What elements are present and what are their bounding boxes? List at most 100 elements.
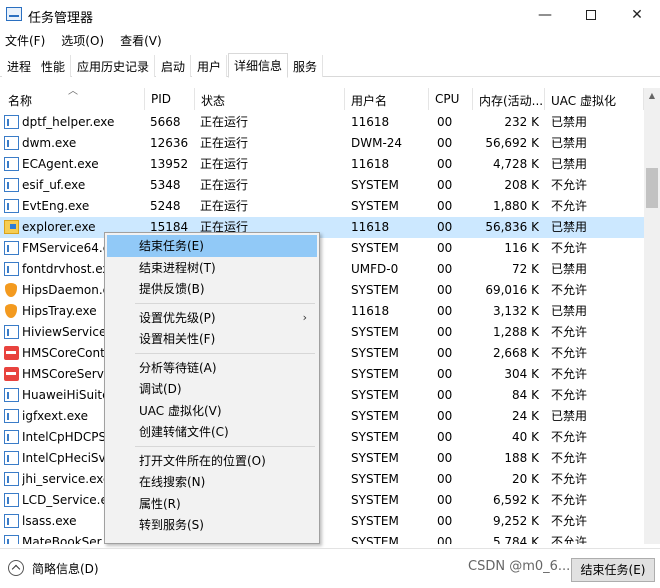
- cell-mem: 9,252 K: [492, 514, 539, 528]
- cell-pid: 12636: [150, 136, 189, 150]
- cell-user: SYSTEM: [351, 535, 399, 544]
- menu-file[interactable]: 文件(F): [0, 30, 50, 50]
- column-cpu[interactable]: CPU: [429, 88, 473, 110]
- cell-cpu: 00: [437, 199, 453, 213]
- table-row[interactable]: ECAgent.exe 13952 正在运行 11618 00 4,728 K 已禁用: [0, 154, 644, 175]
- context-menu-item[interactable]: 创建转储文件(C): [107, 421, 317, 443]
- cell-cpu: 00: [437, 178, 453, 192]
- tab-details[interactable]: 详细信息: [228, 53, 289, 78]
- minimize-button[interactable]: —: [522, 0, 568, 30]
- cell-mem: 72 K: [512, 262, 539, 276]
- folder-icon: [4, 220, 19, 234]
- cell-uac: 已禁用: [551, 262, 588, 276]
- column-memory[interactable]: 内存(活动...: [473, 88, 545, 110]
- app-window-icon: [4, 493, 19, 507]
- column-username[interactable]: 用户名: [345, 88, 429, 110]
- app-window-icon: [4, 325, 19, 339]
- cell-user: DWM-24: [351, 136, 403, 150]
- context-menu-item[interactable]: 分析等待链(A): [107, 357, 317, 379]
- cell-user: 11618: [351, 157, 390, 171]
- maximize-icon: [586, 10, 596, 20]
- context-menu-item[interactable]: 提供反馈(B): [107, 278, 317, 300]
- chevron-up-icon[interactable]: [8, 560, 24, 576]
- table-row[interactable]: dptf_helper.exe 5668 正在运行 11618 00 232 K 已禁用: [0, 112, 644, 133]
- cell-mem: 208 K: [504, 178, 539, 192]
- tab-processes[interactable]: 进程: [2, 55, 38, 77]
- table-row[interactable]: EvtEng.exe 5248 正在运行 SYSTEM 00 1,880 K 不允许: [0, 196, 644, 217]
- table-row[interactable]: jhi_service.exe SYSTEM 00 20 K 不允许: [0, 469, 644, 490]
- table-row[interactable]: HipsTray.exe 11618 00 3,132 K 已禁用: [0, 301, 644, 322]
- context-menu-item[interactable]: 属性(R): [107, 493, 317, 515]
- tab-startup[interactable]: 启动: [156, 55, 192, 77]
- cell-uac: 已禁用: [551, 220, 588, 234]
- menu-options[interactable]: 选项(O): [56, 30, 109, 50]
- table-row[interactable]: igfxext.exe SYSTEM 00 24 K 已禁用: [0, 406, 644, 427]
- table-header: 名称 PID 状态 用户名 CPU 内存(活动... UAC 虚拟化: [0, 88, 660, 110]
- table-row[interactable]: HMSCoreServi SYSTEM 00 304 K 不允许: [0, 364, 644, 385]
- context-menu-item[interactable]: 结束进程树(T): [107, 257, 317, 279]
- table-row[interactable]: IntelCpHDCPSv SYSTEM 00 40 K 不允许: [0, 427, 644, 448]
- scroll-thumb[interactable]: [646, 168, 658, 208]
- table-row[interactable]: HMSCoreCont SYSTEM 00 2,668 K 不允许: [0, 343, 644, 364]
- context-menu-item[interactable]: 结束任务(E): [107, 235, 317, 257]
- table-row[interactable]: lsass.exe SYSTEM 00 9,252 K 不允许: [0, 511, 644, 532]
- cell-status: 正在运行: [200, 115, 249, 129]
- cell-uac: 不允许: [551, 241, 588, 255]
- table-row[interactable]: esif_uf.exe 5348 正在运行 SYSTEM 00 208 K 不允许: [0, 175, 644, 196]
- tab-app-history[interactable]: 应用历史记录: [72, 55, 156, 77]
- cell-cpu: 00: [437, 388, 453, 402]
- table-row[interactable]: fontdrvhost.ex UMFD-0 00 72 K 已禁用: [0, 259, 644, 280]
- column-name[interactable]: 名称: [2, 88, 145, 110]
- cell-user: SYSTEM: [351, 493, 399, 507]
- table-row[interactable]: dwm.exe 12636 正在运行 DWM-24 00 56,692 K 已禁用: [0, 133, 644, 154]
- table-row[interactable]: FMService64.e SYSTEM 00 116 K 不允许: [0, 238, 644, 259]
- cell-mem: 4,728 K: [492, 157, 539, 171]
- scroll-up-arrow-icon[interactable]: ▲: [644, 88, 660, 104]
- tab-performance[interactable]: 性能: [36, 55, 72, 77]
- context-menu-item[interactable]: 设置优先级(P) ›: [107, 307, 317, 329]
- close-button[interactable]: ✕: [614, 0, 660, 30]
- column-pid[interactable]: PID: [145, 88, 195, 110]
- maximize-button[interactable]: [568, 0, 614, 30]
- menu-view[interactable]: 查看(V): [115, 30, 167, 50]
- vertical-scrollbar[interactable]: ▲: [644, 88, 660, 544]
- context-menu-item-label: 调试(D): [139, 382, 182, 396]
- table-row[interactable]: explorer.exe 15184 正在运行 11618 00 56,836 K 已禁用: [0, 217, 644, 238]
- cell-cpu: 00: [437, 157, 453, 171]
- table-row[interactable]: IntelCpHeciSvc SYSTEM 00 188 K 不允许: [0, 448, 644, 469]
- app-window-icon: [4, 451, 19, 465]
- cell-mem: 6,592 K: [492, 493, 539, 507]
- context-menu-item[interactable]: 在线搜索(N): [107, 471, 317, 493]
- context-menu-item[interactable]: 转到服务(S): [107, 514, 317, 536]
- cell-cpu: 00: [437, 325, 453, 339]
- cell-mem: 40 K: [512, 430, 539, 444]
- cell-mem: 3,132 K: [492, 304, 539, 318]
- tab-users[interactable]: 用户: [192, 55, 228, 77]
- tab-services[interactable]: 服务: [288, 55, 324, 77]
- cell-mem: 5,784 K: [492, 535, 539, 544]
- context-menu-item[interactable]: 调试(D): [107, 378, 317, 400]
- column-status[interactable]: 状态: [195, 88, 345, 110]
- context-menu-item-label: 结束任务(E): [139, 239, 204, 253]
- cell-cpu: 00: [437, 367, 453, 381]
- cell-name: dptf_helper.exe: [22, 115, 115, 129]
- cell-user: SYSTEM: [351, 388, 399, 402]
- table-row[interactable]: HipsDaemon.e SYSTEM 00 69,016 K 不允许: [0, 280, 644, 301]
- app-window-icon: [4, 199, 19, 213]
- cell-status: 正在运行: [200, 178, 249, 192]
- app-window-icon: [4, 241, 19, 255]
- table-row[interactable]: LCD_Service.ex SYSTEM 00 6,592 K 不允许: [0, 490, 644, 511]
- cell-uac: 不允许: [551, 535, 588, 544]
- cell-cpu: 00: [437, 430, 453, 444]
- column-uac[interactable]: UAC 虚拟化: [545, 88, 644, 110]
- end-task-button[interactable]: 结束任务(E): [571, 558, 655, 582]
- cell-cpu: 00: [437, 220, 453, 234]
- table-row[interactable]: MateBookSer SYSTEM 00 5,784 K 不允许: [0, 532, 644, 544]
- brief-info-toggle[interactable]: 简略信息(D): [32, 560, 99, 577]
- context-menu-item[interactable]: 打开文件所在的位置(O): [107, 450, 317, 472]
- context-menu-item[interactable]: UAC 虚拟化(V): [107, 400, 317, 422]
- cell-user: SYSTEM: [351, 199, 399, 213]
- table-row[interactable]: HuaweiHiSuite SYSTEM 00 84 K 不允许: [0, 385, 644, 406]
- table-row[interactable]: HiviewService. SYSTEM 00 1,288 K 不允许: [0, 322, 644, 343]
- context-menu-item[interactable]: 设置相关性(F): [107, 328, 317, 350]
